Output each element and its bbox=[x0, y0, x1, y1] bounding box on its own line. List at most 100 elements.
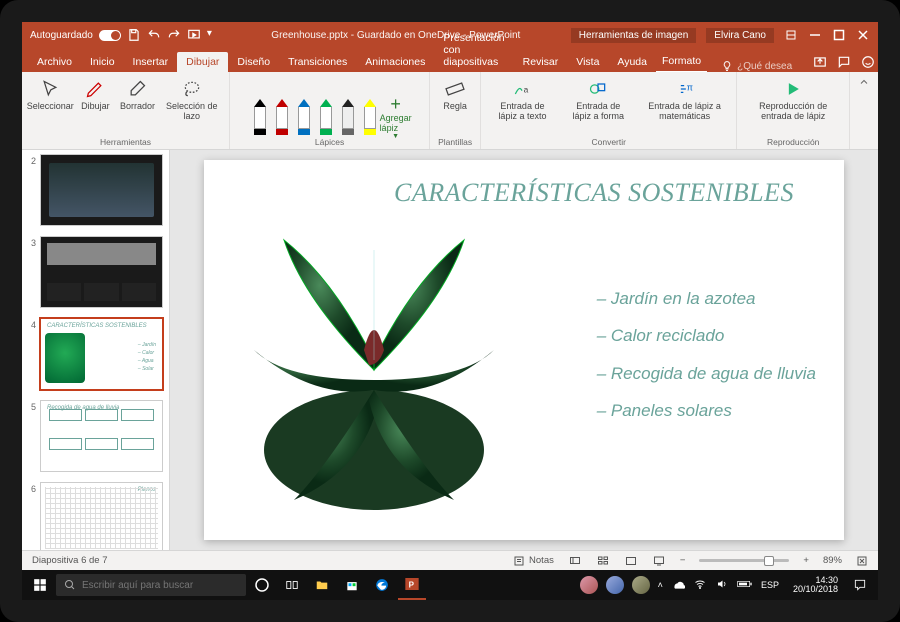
lasso-button[interactable]: Selección de lazo bbox=[162, 76, 221, 124]
action-center-icon[interactable] bbox=[846, 570, 874, 600]
zoom-out-button[interactable]: − bbox=[680, 555, 686, 566]
tab-transiciones[interactable]: Transiciones bbox=[279, 52, 356, 72]
highlighter-yellow[interactable] bbox=[363, 99, 377, 135]
add-pen-button[interactable]: + Agregar lápiz ▼ bbox=[385, 99, 407, 135]
tab-diseno[interactable]: Diseño bbox=[228, 52, 279, 72]
undo-icon[interactable] bbox=[147, 28, 161, 42]
minimize-icon[interactable] bbox=[808, 28, 822, 42]
view-sorter-icon[interactable] bbox=[596, 555, 610, 567]
ink-to-math-icon: π bbox=[674, 78, 696, 100]
people-avatar[interactable] bbox=[632, 576, 650, 594]
select-button[interactable]: Seleccionar bbox=[30, 76, 70, 114]
pencil-black[interactable] bbox=[341, 99, 355, 135]
group-convert: a Entrada de lápiz a texto Entrada de lá… bbox=[481, 72, 737, 149]
lasso-icon bbox=[181, 78, 203, 100]
thumbnail-panel[interactable]: 2 3 4 CARACTERÍSTICAS SOSTENIBLES – Jard… bbox=[22, 150, 170, 550]
powerpoint-taskbar-icon[interactable]: P bbox=[398, 570, 426, 600]
zoom-in-button[interactable]: + bbox=[803, 555, 809, 566]
view-slideshow-icon[interactable] bbox=[652, 555, 666, 567]
onedrive-icon[interactable] bbox=[671, 579, 685, 592]
ruler-button[interactable]: Regla bbox=[438, 76, 472, 114]
tab-inicio[interactable]: Inicio bbox=[81, 52, 124, 72]
pen-black[interactable] bbox=[253, 99, 267, 135]
comments-icon[interactable] bbox=[837, 55, 851, 72]
ink-to-shape-button[interactable]: Entrada de lápiz a forma bbox=[564, 76, 633, 124]
save-icon[interactable] bbox=[127, 28, 141, 42]
share-icon[interactable] bbox=[813, 55, 827, 72]
ink-to-text-button[interactable]: a Entrada de lápiz a texto bbox=[489, 76, 556, 124]
slideshow-icon[interactable] bbox=[187, 28, 201, 42]
view-normal-icon[interactable] bbox=[568, 555, 582, 567]
user-name[interactable]: Elvira Cano bbox=[706, 28, 774, 43]
notes-icon bbox=[513, 555, 525, 567]
slide: CARACTERÍSTICAS SOSTENIBLES Jardín en la… bbox=[204, 160, 844, 540]
task-view-icon[interactable] bbox=[278, 570, 306, 600]
ink-to-shape-icon bbox=[587, 78, 609, 100]
view-reading-icon[interactable] bbox=[624, 555, 638, 567]
bullet-item: Recogida de agua de lluvia bbox=[597, 355, 816, 392]
more-icon[interactable]: ▾ bbox=[207, 28, 221, 42]
people-avatar[interactable] bbox=[580, 576, 598, 594]
cortana-icon[interactable] bbox=[248, 570, 276, 600]
tab-formato[interactable]: Formato bbox=[656, 51, 707, 72]
contextual-tab-label: Herramientas de imagen bbox=[571, 28, 697, 43]
collapse-ribbon-icon[interactable] bbox=[850, 72, 878, 149]
zoom-level[interactable]: 89% bbox=[823, 555, 842, 566]
tab-ayuda[interactable]: Ayuda bbox=[608, 52, 656, 72]
people-avatar[interactable] bbox=[606, 576, 624, 594]
slide-counter[interactable]: Diapositiva 6 de 7 bbox=[32, 555, 108, 566]
fit-to-window-icon[interactable] bbox=[856, 555, 868, 567]
group-tools: Seleccionar Dibujar Borrador Selección d… bbox=[22, 72, 230, 149]
ink-replay-button[interactable]: Reproducción de entrada de lápiz bbox=[745, 76, 841, 124]
bullet-item: Paneles solares bbox=[597, 392, 816, 429]
tab-revisar[interactable]: Revisar bbox=[514, 52, 568, 72]
notes-button[interactable]: Notas bbox=[513, 555, 554, 567]
pen-blue[interactable] bbox=[297, 99, 311, 135]
play-icon bbox=[782, 78, 804, 100]
workspace: 2 3 4 CARACTERÍSTICAS SOSTENIBLES – Jard… bbox=[22, 150, 878, 550]
taskbar-search[interactable] bbox=[56, 574, 246, 596]
maximize-icon[interactable] bbox=[832, 28, 846, 42]
wifi-icon[interactable] bbox=[693, 578, 707, 593]
tab-insertar[interactable]: Insertar bbox=[124, 52, 178, 72]
eraser-button[interactable]: Borrador bbox=[120, 76, 154, 114]
cursor-icon bbox=[39, 78, 61, 100]
draw-button[interactable]: Dibujar bbox=[78, 76, 112, 114]
edge-icon[interactable] bbox=[368, 570, 396, 600]
close-icon[interactable] bbox=[856, 28, 870, 42]
thumbnail-5[interactable]: 5 Recogida de agua de lluvia bbox=[28, 400, 163, 472]
ink-to-math-button[interactable]: π Entrada de lápiz a matemáticas bbox=[641, 76, 729, 124]
taskbar-clock[interactable]: 14:30 20/10/2018 bbox=[787, 576, 844, 595]
store-icon[interactable] bbox=[338, 570, 366, 600]
plus-icon: + bbox=[390, 95, 401, 113]
pen-green[interactable] bbox=[319, 99, 333, 135]
battery-icon[interactable] bbox=[737, 579, 753, 592]
autosave-toggle[interactable] bbox=[99, 30, 121, 41]
file-explorer-icon[interactable] bbox=[308, 570, 336, 600]
redo-icon[interactable] bbox=[167, 28, 181, 42]
tray-chevron-icon[interactable]: ˄ bbox=[658, 580, 663, 590]
tell-me-input[interactable] bbox=[737, 61, 797, 72]
pen-red[interactable] bbox=[275, 99, 289, 135]
ribbon-options-icon[interactable] bbox=[784, 28, 798, 42]
thumbnail-3[interactable]: 3 bbox=[28, 236, 163, 308]
tab-vista[interactable]: Vista bbox=[567, 52, 608, 72]
slide-canvas[interactable]: CARACTERÍSTICAS SOSTENIBLES Jardín en la… bbox=[170, 150, 878, 550]
plant-image[interactable] bbox=[224, 190, 524, 520]
pen-icon bbox=[84, 78, 106, 100]
start-button[interactable] bbox=[26, 570, 54, 600]
thumbnail-6[interactable]: 6 Planos bbox=[28, 482, 163, 550]
tab-animaciones[interactable]: Animaciones bbox=[356, 52, 434, 72]
thumbnail-4[interactable]: 4 CARACTERÍSTICAS SOSTENIBLES – Jardín– … bbox=[28, 318, 163, 390]
zoom-slider[interactable] bbox=[699, 559, 789, 562]
volume-icon[interactable] bbox=[715, 578, 729, 593]
language-indicator[interactable]: ESP bbox=[761, 580, 779, 590]
thumbnail-2[interactable]: 2 bbox=[28, 154, 163, 226]
slide-bullets[interactable]: Jardín en la azotea Calor reciclado Reco… bbox=[597, 280, 816, 430]
taskbar-search-input[interactable] bbox=[82, 580, 238, 591]
tab-archivo[interactable]: Archivo bbox=[28, 52, 81, 72]
smiley-icon[interactable] bbox=[861, 55, 875, 72]
svg-text:a: a bbox=[524, 84, 529, 94]
tell-me-search[interactable] bbox=[721, 60, 797, 72]
tab-dibujar[interactable]: Dibujar bbox=[177, 52, 228, 72]
